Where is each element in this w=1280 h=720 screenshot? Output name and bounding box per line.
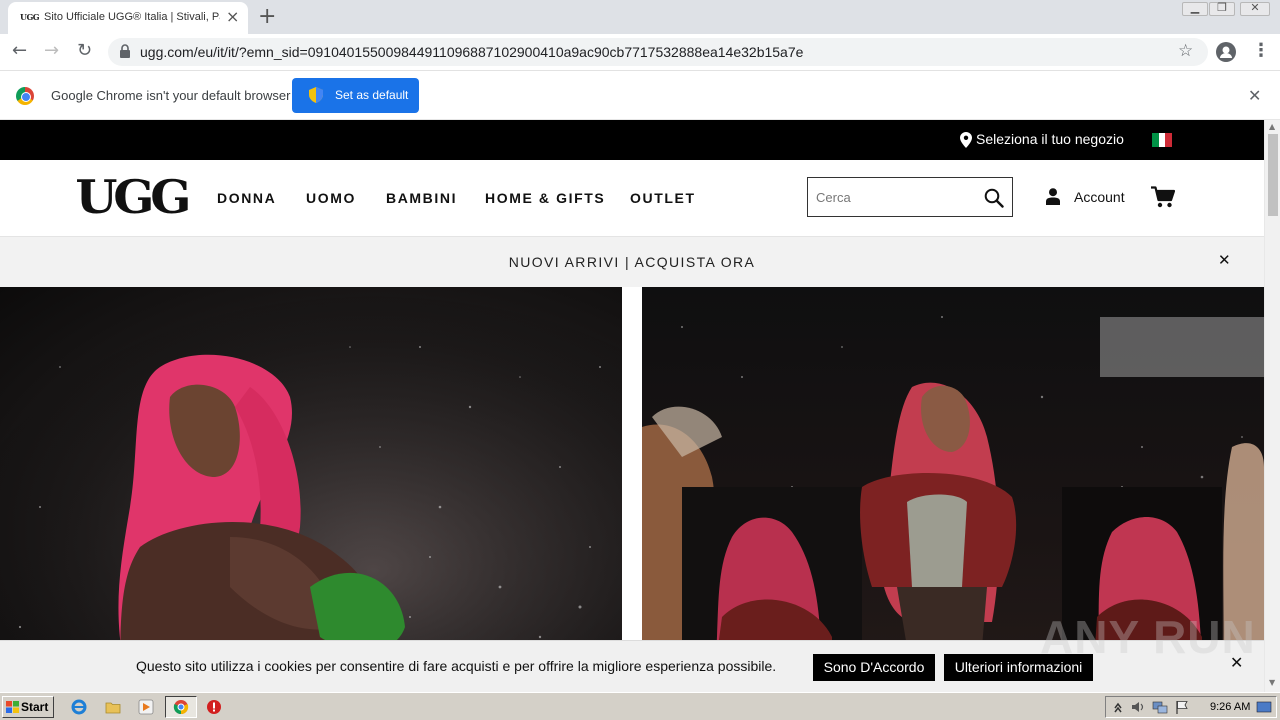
user-icon[interactable] — [1046, 188, 1060, 205]
utility-bar: Seleziona il tuo negozio — [0, 120, 1264, 160]
hero-photo-left — [0, 287, 622, 692]
clock: 9:26 AM — [1210, 701, 1251, 713]
taskbar-chrome-button[interactable] — [165, 696, 197, 718]
start-label: Start — [21, 700, 49, 714]
search-input[interactable] — [816, 187, 976, 207]
ugg-favicon-icon: UGG — [20, 12, 40, 22]
back-button[interactable]: ← — [12, 40, 27, 61]
internet-explorer-icon[interactable] — [71, 699, 87, 715]
browser-tab[interactable]: UGG Sito Ufficiale UGG® Italia | Stivali… — [8, 2, 248, 34]
windows-taskbar: Start 9:26 AM — [0, 692, 1280, 720]
action-center-flag-icon[interactable] — [1174, 699, 1190, 715]
close-icon: ✕ — [1250, 1, 1260, 14]
site-header: UGG DONNA UOMO BAMBINI HOME & GIFTS OUTL… — [0, 160, 1264, 236]
reload-button[interactable]: ↻ — [77, 40, 92, 61]
flag-stripe-green — [1152, 133, 1159, 147]
promo-close-icon[interactable]: ✕ — [1218, 251, 1231, 269]
window-close-button[interactable]: ✕ — [1240, 1, 1270, 16]
web-page: Seleziona il tuo negozio UGG DONNA UOMO … — [0, 120, 1264, 692]
shopping-cart-icon[interactable] — [1151, 186, 1175, 208]
tray-expand-icon[interactable] — [1110, 699, 1126, 715]
minimize-button[interactable]: ▁ — [1182, 1, 1208, 16]
promo-banner[interactable]: NUOVI ARRIVI | ACQUISTA ORA ✕ — [0, 236, 1264, 287]
profile-icon[interactable] — [1216, 42, 1236, 62]
nav-item-donna[interactable]: DONNA — [217, 190, 276, 206]
chrome-icon — [173, 700, 189, 715]
shield-icon — [309, 87, 323, 103]
store-locator-link[interactable]: Seleziona il tuo negozio — [976, 131, 1124, 147]
maximize-button[interactable]: ❐ — [1209, 1, 1235, 16]
tab-close-icon[interactable]: × — [226, 7, 239, 26]
scroll-up-arrow-icon[interactable]: ▲ — [1269, 122, 1275, 131]
nav-item-outlet[interactable]: OUTLET — [630, 190, 696, 206]
start-button[interactable]: Start — [2, 696, 54, 718]
cookie-message: Questo sito utilizza i cookies per conse… — [136, 658, 777, 674]
account-link[interactable]: Account — [1074, 189, 1125, 205]
search-box — [807, 177, 1013, 217]
forward-button[interactable]: → — [44, 40, 59, 61]
set-as-default-button[interactable]: Set as default — [292, 78, 419, 113]
maximize-icon: ❐ — [1217, 1, 1227, 14]
flag-stripe-red — [1165, 133, 1173, 147]
ugg-logo[interactable]: UGG — [75, 170, 191, 224]
nav-item-home-gifts[interactable]: HOME & GIFTS — [485, 190, 605, 206]
tab-title: Sito Ufficiale UGG® Italia | Stivali, Pa… — [44, 11, 220, 23]
page-scrollbar[interactable]: ▲ ▼ — [1264, 120, 1280, 692]
location-pin-icon — [960, 132, 972, 148]
chrome-logo-icon — [16, 87, 34, 105]
stop-icon[interactable] — [206, 699, 222, 715]
infobar-close-icon[interactable]: ✕ — [1248, 86, 1261, 105]
url-text: ugg.com/eu/it/it/?emn_sid=09104015500984… — [140, 44, 804, 60]
lock-icon — [120, 44, 130, 58]
volume-icon[interactable] — [1130, 699, 1146, 715]
italy-flag-icon[interactable] — [1152, 133, 1173, 147]
new-tab-button[interactable]: + — [258, 4, 276, 29]
hero-image-left[interactable] — [0, 287, 622, 692]
nav-item-uomo[interactable]: UOMO — [306, 190, 356, 206]
default-browser-infobar: Google Chrome isn't your default browser… — [0, 72, 1280, 120]
chrome-menu-icon[interactable]: ⋮ — [1252, 40, 1270, 61]
flag-stripe-white — [1158, 133, 1166, 147]
scrollbar-thumb[interactable] — [1268, 134, 1278, 216]
windows-logo-icon — [6, 701, 19, 713]
system-tray: 9:26 AM — [1105, 696, 1277, 718]
anyrun-watermark: ANY RUN — [1040, 611, 1256, 663]
folder-icon[interactable] — [105, 699, 121, 715]
browser-toolbar: ← → ↻ ugg.com/eu/it/it/?emn_sid=09104015… — [0, 34, 1280, 71]
minimize-icon: ▁ — [1190, 1, 1200, 14]
infobar-message: Google Chrome isn't your default browser — [51, 88, 291, 103]
address-bar[interactable]: ugg.com/eu/it/it/?emn_sid=09104015500984… — [108, 38, 1208, 66]
network-icon[interactable] — [1152, 699, 1168, 715]
tab-strip: UGG Sito Ufficiale UGG® Italia | Stivali… — [0, 0, 1280, 34]
set-as-default-label: Set as default — [335, 88, 409, 102]
search-icon[interactable] — [984, 188, 1004, 208]
show-desktop-icon[interactable] — [1256, 699, 1272, 715]
media-player-icon[interactable] — [138, 699, 154, 715]
promo-text: NUOVI ARRIVI | ACQUISTA ORA — [508, 254, 756, 270]
bookmark-star-icon[interactable]: ☆ — [1178, 41, 1193, 61]
scroll-down-arrow-icon[interactable]: ▼ — [1269, 678, 1275, 687]
nav-item-bambini[interactable]: BAMBINI — [386, 190, 457, 206]
cookie-accept-button[interactable]: Sono D'Accordo — [813, 654, 935, 681]
